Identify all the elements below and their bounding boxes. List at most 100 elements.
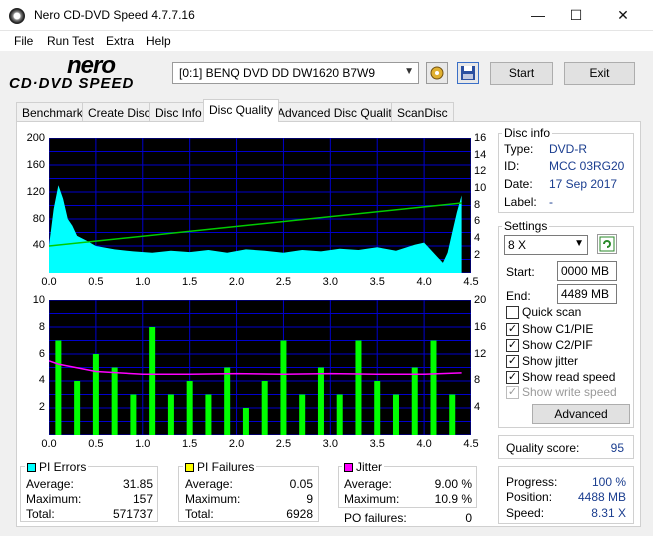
exit-button[interactable]: Exit <box>564 62 635 85</box>
save-button[interactable] <box>457 62 479 84</box>
position-value: 4488 MB <box>577 490 626 504</box>
x-tick: 3.0 <box>322 276 338 288</box>
po-failures-value: 0 <box>465 511 472 525</box>
x-tick: 0.5 <box>88 438 104 450</box>
tab-advanced-disc-quality[interactable]: Advanced Disc Quality <box>271 102 404 122</box>
menu-bar: File Run Test Extra Help <box>0 31 653 51</box>
position-label: Position: <box>506 490 553 504</box>
x-tick: 3.5 <box>369 438 385 450</box>
label-value: - <box>549 195 553 209</box>
tab-disc-info[interactable]: Disc Info <box>149 102 208 122</box>
pi-failures-total-value: 6928 <box>286 507 313 521</box>
refresh-button[interactable] <box>597 234 617 254</box>
pi-failures-swatch <box>185 463 194 472</box>
disc-info-title: Disc info <box>502 126 553 140</box>
quick-scan-checkbox[interactable] <box>506 306 519 319</box>
start-field[interactable]: 0000 MB <box>557 261 617 281</box>
nero-logo: nero CD·DVD SPEED <box>7 52 167 96</box>
pi-failures-bar <box>449 394 456 435</box>
x-tick: 2.5 <box>275 276 292 288</box>
y-tick: 40 <box>32 239 45 251</box>
close-button[interactable]: ✕ <box>600 0 646 31</box>
x-tick: 0.0 <box>41 438 57 450</box>
x-tick: 3.5 <box>369 276 385 288</box>
show-c2-checkbox[interactable]: ✓ <box>506 339 519 352</box>
progress-value: 100 % <box>591 475 626 489</box>
quality-score-value: 95 <box>610 441 624 455</box>
pi-failures-bar <box>317 367 324 435</box>
y2-tick: 8 <box>474 374 481 386</box>
pi-failures-bar <box>280 340 287 435</box>
pi-errors-swatch <box>27 463 36 472</box>
y2-tick: 10 <box>474 182 487 194</box>
x-tick: 4.5 <box>463 276 479 288</box>
y2-tick: 8 <box>474 199 481 211</box>
drive-select[interactable]: [0:1] BENQ DVD DD DW1620 B7W9 ▼ <box>172 62 419 84</box>
menu-help[interactable]: Help <box>146 34 171 48</box>
title-bar: Nero CD-DVD Speed 4.7.7.16 — ☐ ✕ <box>0 0 653 31</box>
pi-failures-total-label: Total: <box>185 507 214 521</box>
y2-tick: 16 <box>474 321 487 333</box>
menu-extra[interactable]: Extra <box>106 34 134 48</box>
drive-select-value: [0:1] BENQ DVD DD DW1620 B7W9 <box>179 66 376 80</box>
pi-failures-max-label: Maximum: <box>185 492 241 506</box>
menu-file[interactable]: File <box>14 34 33 48</box>
speed-value: 8.31 X <box>591 506 626 520</box>
y2-tick: 12 <box>474 348 487 360</box>
tab-disc-quality[interactable]: Disc Quality <box>203 99 280 122</box>
window-title: Nero CD-DVD Speed 4.7.7.16 <box>34 8 195 22</box>
read-speed-line <box>49 202 462 247</box>
speed-select-value: 8 X <box>508 238 527 252</box>
show-jitter-label: Show jitter <box>522 354 579 368</box>
maximize-button[interactable]: ☐ <box>553 0 599 31</box>
y-tick: 6 <box>38 348 45 360</box>
pi-failures-bar <box>205 394 212 435</box>
show-c1-checkbox[interactable]: ✓ <box>506 323 519 336</box>
po-failures-label: PO failures: <box>344 511 407 525</box>
show-jitter-checkbox[interactable]: ✓ <box>506 355 519 368</box>
x-tick: 4.5 <box>463 438 479 450</box>
logo-cd-dvd-speed: CD·DVD SPEED <box>9 75 135 92</box>
start-label: Start: <box>506 265 535 279</box>
eject-button[interactable] <box>426 62 448 84</box>
y-tick: 4 <box>38 374 45 386</box>
quick-scan-label: Quick scan <box>522 305 582 319</box>
label-label: Label: <box>504 195 537 209</box>
speed-select[interactable]: 8 X ▼ <box>504 235 588 255</box>
pi-errors-total-value: 571737 <box>112 507 153 521</box>
end-field[interactable]: 4489 MB <box>557 284 617 304</box>
tab-create-disc[interactable]: Create Disc <box>82 102 157 122</box>
pi-failures-bar <box>130 394 137 435</box>
pi-failures-bar <box>374 381 381 435</box>
pi-errors-area <box>49 185 462 273</box>
tab-scandisc[interactable]: ScanDisc <box>391 102 454 122</box>
y2-tick: 4 <box>474 232 481 244</box>
app-icon <box>9 8 25 24</box>
pi-failures-bar <box>299 394 306 435</box>
x-tick: 2.0 <box>228 438 245 450</box>
menu-run-test[interactable]: Run Test <box>47 34 94 48</box>
y2-tick: 16 <box>474 132 487 144</box>
jitter-max-value: 10.9 % <box>434 492 472 506</box>
x-tick: 0.0 <box>41 276 57 288</box>
floppy-disk-icon <box>461 66 475 80</box>
pi-errors-avg-label: Average: <box>26 477 74 491</box>
show-read-speed-checkbox[interactable]: ✓ <box>506 371 519 384</box>
pi-failures-bar <box>430 340 437 435</box>
jitter-swatch <box>344 463 353 472</box>
y2-tick: 14 <box>474 149 487 161</box>
y-tick: 80 <box>32 213 45 225</box>
y-tick: 10 <box>32 294 45 306</box>
type-label: Type: <box>504 142 534 156</box>
advanced-button[interactable]: Advanced <box>532 404 630 424</box>
pi-errors-total-label: Total: <box>26 507 55 521</box>
show-write-speed-checkbox: ✓ <box>506 386 519 399</box>
start-button[interactable]: Start <box>490 62 553 85</box>
pi-errors-max-value: 157 <box>132 492 153 506</box>
x-tick: 0.5 <box>88 276 104 288</box>
speed-label: Speed: <box>506 506 545 520</box>
y-tick: 200 <box>26 132 45 144</box>
y-tick: 120 <box>26 186 45 198</box>
tab-benchmark[interactable]: Benchmark <box>16 102 89 122</box>
x-tick: 4.0 <box>416 438 432 450</box>
